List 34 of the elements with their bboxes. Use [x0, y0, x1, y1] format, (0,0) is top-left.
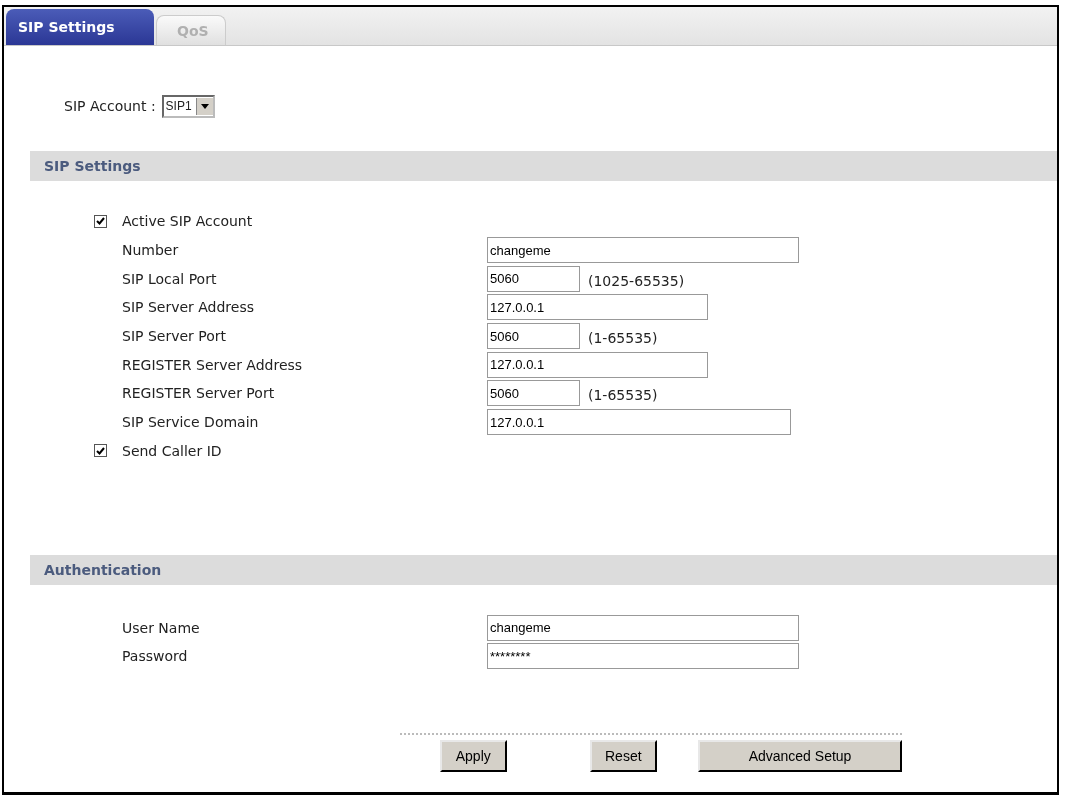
checkbox-label: Send Caller ID [122, 442, 222, 459]
section-header: Authentication [30, 555, 1057, 586]
field-label: SIP Account : [64, 98, 156, 114]
field-label: REGISTER Server Port [121, 385, 276, 402]
checkbox[interactable] [94, 214, 107, 228]
field-label: Number [121, 242, 180, 259]
caret-icon [200, 103, 209, 109]
input-field[interactable]: 127.0.0.1 [487, 409, 791, 436]
button[interactable]: Advanced Setup [698, 740, 902, 772]
field-label: User Name [121, 619, 201, 636]
field-label: SIP Server Address [121, 299, 256, 316]
range-hint: (1025-65535) [588, 271, 685, 289]
field-label: Password [121, 648, 189, 665]
checkbox-label: Active SIP Account [122, 213, 253, 230]
input-field[interactable]: 127.0.0.1 [487, 351, 708, 378]
input-field[interactable]: 5060 [487, 323, 580, 350]
button[interactable]: Reset [589, 740, 658, 772]
input-field[interactable]: changeme [487, 237, 799, 264]
field-label: SIP Service Domain [121, 414, 260, 431]
input-field[interactable]: 127.0.0.1 [487, 294, 708, 321]
input-field[interactable]: ******** [487, 643, 799, 670]
account-dropdown[interactable]: SIP1 [161, 94, 215, 118]
input-field[interactable]: 5060 [487, 265, 580, 292]
field-label: SIP Server Port [121, 328, 228, 345]
section-header: SIP Settings [30, 151, 1057, 181]
input-field[interactable]: 5060 [487, 380, 580, 407]
field-label: SIP Local Port [121, 270, 218, 287]
button[interactable]: Apply [440, 740, 507, 772]
checkbox[interactable] [94, 444, 107, 458]
tab[interactable]: SIP Settings [6, 9, 154, 45]
field-label: REGISTER Server Address [121, 356, 304, 373]
input-field[interactable]: changeme [487, 614, 799, 641]
range-hint: (1-65535) [588, 329, 658, 347]
range-hint: (1-65535) [588, 386, 658, 404]
